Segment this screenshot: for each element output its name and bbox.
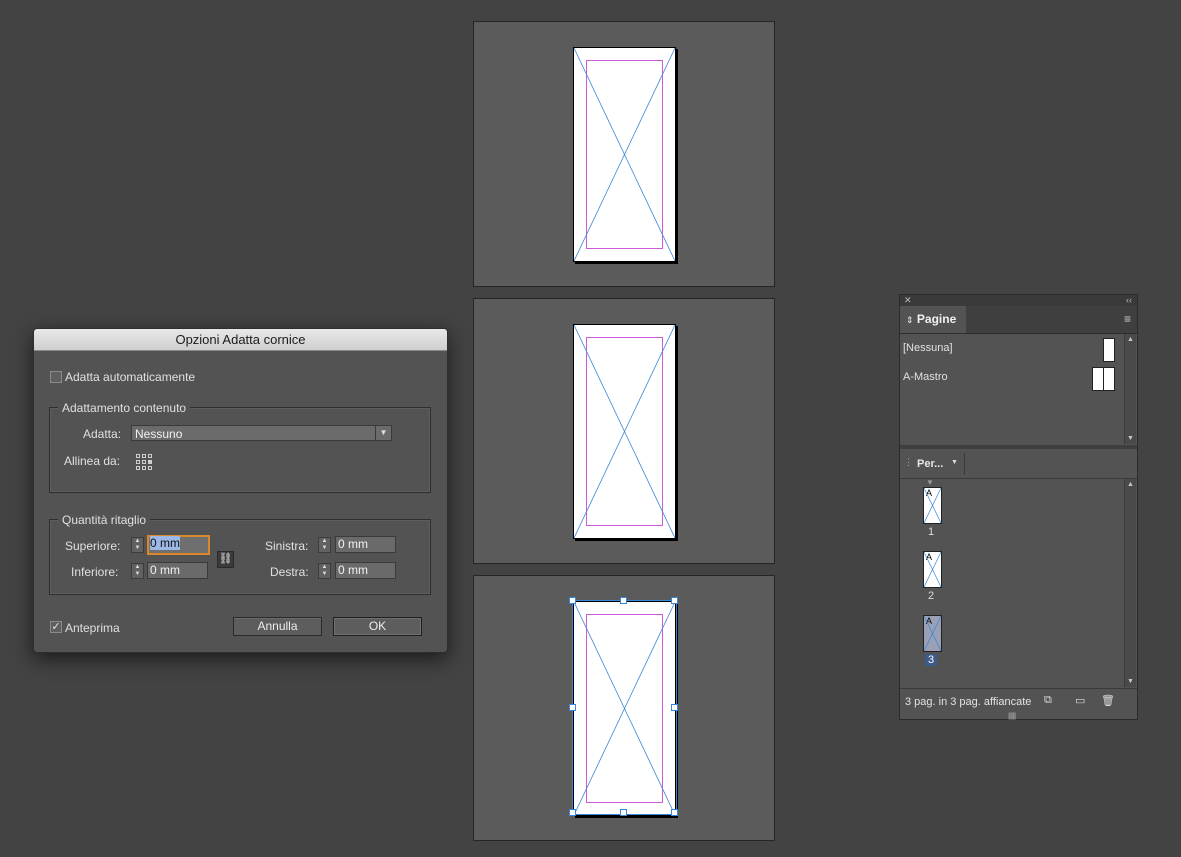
- frame-fitting-options-dialog: Opzioni Adatta cornice Adatta automatica…: [33, 328, 448, 653]
- selected-frame[interactable]: [569, 597, 678, 816]
- bottom-stepper[interactable]: ▲ ▼: [131, 563, 144, 579]
- bottom-value: 0 mm: [150, 563, 180, 577]
- left-value: 0 mm: [338, 537, 368, 551]
- status-text: 3 pag. in 3 pag. affiancate: [905, 696, 1032, 708]
- spread-2: [473, 298, 775, 564]
- resize-handle-l[interactable]: [569, 704, 576, 711]
- bottom-input[interactable]: 0 mm: [147, 562, 208, 579]
- spread-1: [473, 21, 775, 287]
- auto-fit-label: Adatta automaticamente: [65, 370, 196, 384]
- top-stepper[interactable]: ▲ ▼: [131, 537, 144, 553]
- dialog-title: Opzioni Adatta cornice: [34, 329, 447, 351]
- page-number-2[interactable]: 2: [921, 590, 941, 602]
- fit-label: Adatta:: [83, 427, 122, 441]
- spread-3: [473, 575, 775, 841]
- grip-icon: ⋮: [904, 457, 913, 467]
- right-stepper[interactable]: ▲ ▼: [318, 563, 331, 579]
- right-value: 0 mm: [338, 563, 368, 577]
- tab-pages[interactable]: ⇕ Pagine: [900, 306, 966, 333]
- page-thumb-1[interactable]: A: [923, 487, 942, 524]
- chain-link-icon[interactable]: ⛓: [217, 551, 234, 568]
- masters-scrollbar[interactable]: ▲ ▼: [1124, 334, 1136, 444]
- view-bar: ⋮ Per... ▼: [900, 449, 1137, 479]
- cancel-button[interactable]: Annulla: [233, 617, 322, 636]
- left-stepper[interactable]: ▲ ▼: [318, 537, 331, 553]
- panel-header: ✕ ‹‹: [900, 295, 1137, 306]
- top-label: Superiore:: [65, 539, 121, 553]
- right-label: Destra:: [270, 565, 309, 579]
- auto-fit-checkbox[interactable]: [50, 371, 62, 383]
- master-a-thumb-right[interactable]: [1103, 367, 1115, 391]
- resize-grip-icon[interactable]: |||||||||: [1008, 713, 1016, 720]
- resize-handle-r[interactable]: [671, 704, 678, 711]
- page-3-canvas[interactable]: [569, 597, 678, 816]
- chevron-down-icon[interactable]: ▼: [951, 459, 958, 466]
- reference-point-grid-icon[interactable]: [136, 454, 155, 473]
- empty-frame-cross-icon: [574, 325, 675, 538]
- crop-amount-title: Quantità ritaglio: [58, 513, 151, 527]
- bottom-label: Inferiore:: [71, 565, 119, 579]
- preview-checkbox[interactable]: ✓: [50, 621, 62, 633]
- current-page-marker-icon: ▼: [926, 478, 934, 487]
- panel-tabbar: ⇕ Pagine ≡: [900, 306, 1137, 334]
- fit-dropdown[interactable]: Nessuno ▼: [131, 425, 392, 441]
- page-thumb-3[interactable]: A: [923, 615, 942, 652]
- new-page-icon[interactable]: ▭: [1075, 694, 1085, 707]
- preview-label: Anteprima: [65, 621, 120, 635]
- tab-pages-label: Pagine: [916, 312, 957, 326]
- top-input[interactable]: 0 mm: [147, 535, 210, 555]
- master-none-label[interactable]: [Nessuna]: [903, 342, 953, 354]
- page-number-1[interactable]: 1: [921, 526, 941, 538]
- expand-arrows-icon: ⇕: [906, 315, 914, 325]
- page-number-3[interactable]: 3: [925, 654, 937, 666]
- page-size-icon[interactable]: ⧉: [1044, 694, 1052, 707]
- crop-amount-group: [49, 519, 431, 595]
- chevron-down-icon: ▼: [375, 426, 391, 440]
- resize-handle-b[interactable]: [620, 809, 627, 816]
- resize-handle-br[interactable]: [671, 809, 678, 816]
- panel-footer: 3 pag. in 3 pag. affiancate ⧉ ▭ 🗑 ||||||…: [900, 688, 1137, 720]
- masters-section: [Nessuna] A-Mastro: [900, 334, 1124, 444]
- content-fitting-title: Adattamento contenuto: [58, 401, 191, 415]
- trash-icon[interactable]: 🗑: [1101, 694, 1115, 707]
- content-fitting-group: [49, 407, 431, 493]
- resize-handle-tl[interactable]: [569, 597, 576, 604]
- pages-section: ▼ A 1 A 2 A 3: [900, 479, 1124, 687]
- resize-handle-tr[interactable]: [671, 597, 678, 604]
- resize-handle-t[interactable]: [620, 597, 627, 604]
- pages-panel: ✕ ‹‹ ⇕ Pagine ≡ [Nessuna] A-Mastro ▲ ▼ ⋮…: [899, 294, 1138, 720]
- right-input[interactable]: 0 mm: [335, 562, 396, 579]
- panel-menu-icon[interactable]: ≡: [1124, 312, 1131, 326]
- left-input[interactable]: 0 mm: [335, 536, 396, 553]
- page-1-canvas[interactable]: [573, 47, 676, 262]
- page-thumb-2[interactable]: A: [923, 551, 942, 588]
- close-icon[interactable]: ✕: [904, 295, 912, 306]
- ok-button[interactable]: OK: [333, 617, 422, 636]
- view-dropdown-label[interactable]: Per...: [917, 458, 943, 470]
- pages-scrollbar[interactable]: ▲ ▼: [1124, 479, 1136, 687]
- align-from-label: Allinea da:: [64, 454, 121, 468]
- fit-dropdown-value: Nessuno: [135, 427, 183, 441]
- top-value: 0 mm: [150, 536, 180, 550]
- resize-handle-bl[interactable]: [569, 809, 576, 816]
- master-a-label[interactable]: A-Mastro: [903, 371, 948, 383]
- left-label: Sinistra:: [265, 539, 309, 553]
- page-2-canvas[interactable]: [573, 324, 676, 539]
- collapse-icon[interactable]: ‹‹: [1126, 295, 1132, 306]
- master-none-thumb[interactable]: [1103, 338, 1115, 362]
- empty-frame-cross-icon: [574, 48, 675, 261]
